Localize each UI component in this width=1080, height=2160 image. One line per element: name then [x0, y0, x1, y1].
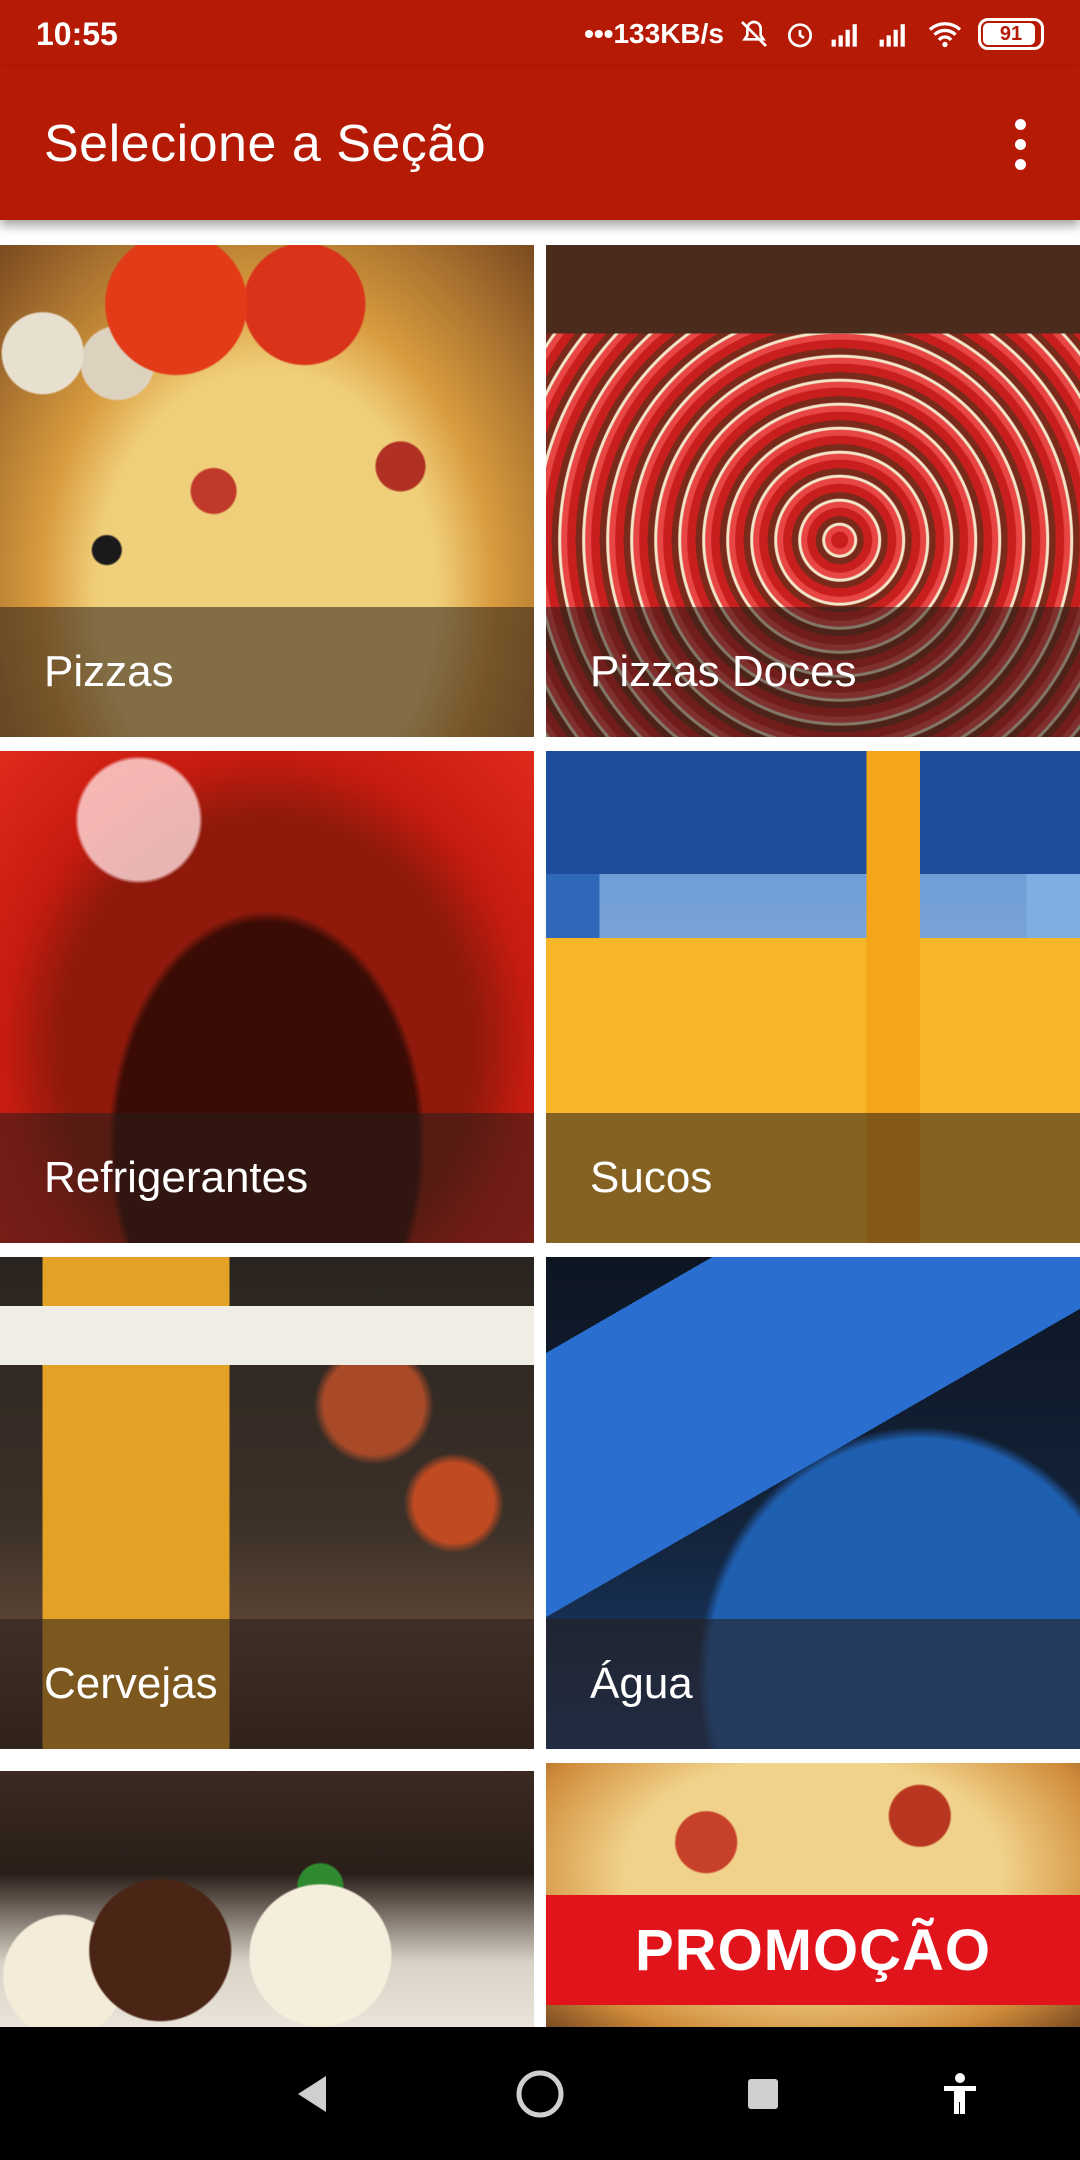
- section-card-cervejas[interactable]: Cervejas: [0, 1257, 534, 1749]
- status-time: 10:55: [36, 15, 118, 52]
- signal-icon: [878, 20, 912, 48]
- section-card-promocao[interactable]: PROMOÇÃO: [546, 1763, 1080, 2027]
- accessibility-icon[interactable]: [900, 2027, 1020, 2160]
- section-card-refrigerantes[interactable]: Refrigerantes: [0, 751, 534, 1243]
- mute-icon: [738, 18, 770, 50]
- wifi-icon: [926, 19, 964, 49]
- section-grid: Pizzas Pizzas Doces Refrigerantes Sucos …: [0, 245, 1080, 2027]
- section-label: Pizzas Doces: [546, 607, 1080, 737]
- page-title: Selecione a Seção: [44, 115, 487, 173]
- home-icon[interactable]: [480, 2027, 600, 2160]
- signal-icon: [830, 20, 864, 48]
- section-label: Refrigerantes: [0, 1113, 534, 1243]
- section-label: Pizzas: [0, 607, 534, 737]
- section-label: Cervejas: [0, 1619, 534, 1749]
- back-icon[interactable]: [252, 2027, 372, 2160]
- status-icons: •••133KB/s 91: [584, 18, 1044, 50]
- section-label: Água: [546, 1619, 1080, 1749]
- battery-icon: 91: [978, 18, 1044, 50]
- section-card-agua[interactable]: Água: [546, 1257, 1080, 1749]
- section-card-pizzas-doces[interactable]: Pizzas Doces: [546, 245, 1080, 737]
- alarm-icon: [784, 18, 816, 50]
- section-card-sobremesas[interactable]: [0, 1771, 534, 2027]
- network-speed: •••133KB/s: [584, 18, 724, 49]
- section-card-pizzas[interactable]: Pizzas: [0, 245, 534, 737]
- section-label: Sucos: [546, 1113, 1080, 1243]
- more-vert-icon[interactable]: [990, 104, 1050, 184]
- sobremesas-image: [0, 1771, 534, 2027]
- recents-icon[interactable]: [703, 2027, 823, 2160]
- section-card-sucos[interactable]: Sucos: [546, 751, 1080, 1243]
- navigation-bar: [0, 2027, 1080, 2160]
- status-bar: 10:55 •••133KB/s 91: [0, 0, 1080, 68]
- app-bar: Selecione a Seção: [0, 68, 1080, 220]
- promo-banner: PROMOÇÃO: [546, 1895, 1080, 2005]
